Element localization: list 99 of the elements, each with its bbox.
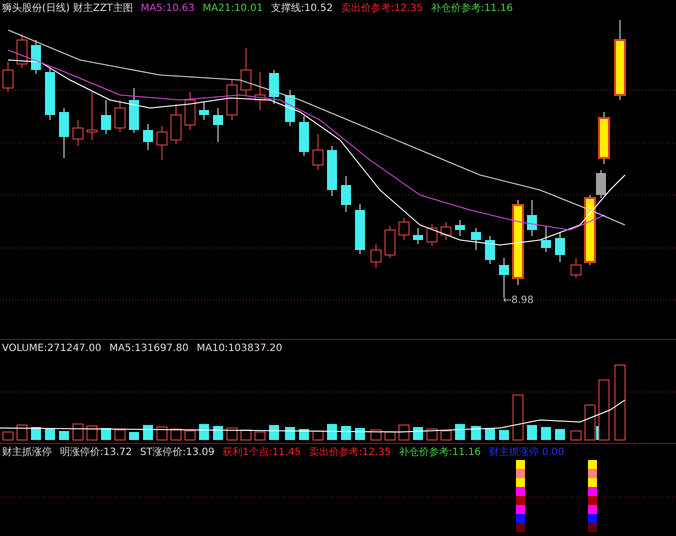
volume-bar (555, 429, 565, 440)
candlestick (384, 226, 396, 258)
candlestick (455, 220, 465, 236)
volume-bar (213, 426, 223, 440)
candlestick (170, 104, 182, 144)
indicator-value: 支撑线:10.52 (270, 2, 333, 16)
candlestick (101, 100, 111, 134)
volume-bar (485, 428, 495, 440)
volume-bar (384, 432, 396, 440)
indicator-value: 财主抓涨停 0.00 (488, 446, 564, 460)
volume-bar (16, 424, 28, 440)
candlestick (327, 146, 337, 196)
candlestick (555, 232, 565, 262)
volume-bar (570, 430, 582, 440)
candlestick (598, 112, 610, 164)
volume-bar (541, 427, 551, 440)
volume-bar (455, 424, 465, 440)
volume-bar (312, 430, 324, 440)
candlestick (398, 218, 410, 240)
volume-bar (398, 424, 410, 440)
candlestick (114, 100, 126, 132)
candlestick (440, 222, 452, 240)
candlestick (213, 108, 223, 142)
volume-bar (299, 429, 309, 440)
candlestick (355, 204, 365, 254)
volume-bar (156, 426, 168, 440)
candlestick (184, 92, 196, 130)
volume-bar (355, 428, 365, 440)
volume-bar (226, 428, 238, 440)
volume-bar (101, 428, 111, 440)
indicator-value: ST涨停价:13.09 (140, 446, 214, 460)
volume-bar (327, 424, 337, 440)
volume-bar (86, 426, 98, 440)
indicator-value: 补仓价参考:11.16 (430, 2, 513, 16)
candlestick (59, 108, 69, 158)
volume-bar (143, 425, 153, 440)
indicator-value: 卖出价参考:12.35 (308, 446, 391, 460)
volume-bar (45, 429, 55, 440)
volume-bar (129, 432, 139, 440)
volume-bar (170, 428, 182, 440)
candlestick (269, 70, 279, 104)
candlestick (485, 236, 495, 264)
volume-value: MA10:103837.20 (196, 342, 282, 356)
candlestick (527, 200, 537, 236)
volume-bar (72, 424, 84, 440)
indicator-value: 明涨停价:13.72 (60, 446, 132, 460)
volume-bar (31, 427, 41, 440)
volume-bar (2, 432, 14, 440)
candlestick (199, 102, 209, 120)
candlestick (129, 88, 139, 134)
volume-bar (254, 432, 266, 440)
indicator-value: MA5:10.63 (140, 2, 195, 16)
volume-bar (512, 394, 524, 440)
candlestick (299, 116, 309, 156)
chart-title: 狮头股份(日线) 财主ZZT主图 (2, 2, 133, 16)
volume-bar (240, 430, 252, 440)
volume-bar (426, 428, 438, 440)
candlestick (471, 228, 481, 250)
candlestick (86, 92, 98, 140)
candlestick (240, 48, 252, 96)
volume-bar (114, 430, 126, 440)
volume-bar (499, 430, 509, 440)
low-price-marker: ←8.98 (503, 294, 534, 308)
volume-bar (440, 430, 452, 440)
candlestick (2, 62, 14, 92)
indicator-value: 卖出价参考:12.35 (340, 2, 423, 16)
volume-bar (471, 426, 481, 440)
candlestick (16, 34, 28, 68)
candlestick (143, 124, 153, 150)
candlestick (254, 72, 266, 110)
candlestick (426, 224, 438, 246)
indicator-value: 财主抓涨停 (2, 446, 52, 460)
volume-bar (184, 430, 196, 440)
volume-bar (341, 426, 351, 440)
candlestick (226, 80, 238, 120)
volume-bar (527, 425, 537, 440)
candlestick (341, 176, 351, 212)
indicator-value: MA21:10.01 (202, 2, 263, 16)
candlestick (413, 228, 423, 244)
candlestick (570, 258, 582, 278)
signal-bar-stack (516, 460, 525, 532)
candlestick (156, 126, 168, 160)
candlestick (312, 134, 324, 170)
volume-bar (370, 430, 382, 440)
volume-value: VOLUME:271247.00 (2, 342, 102, 356)
candlestick (370, 244, 382, 268)
indicator-value: 获利1个点:11.45 (222, 446, 301, 460)
candlestick (72, 120, 84, 146)
indicator-value: 补仓价参考:11.16 (398, 446, 481, 460)
volume-bar (285, 427, 295, 440)
volume-bar (199, 424, 209, 440)
candlestick (45, 68, 55, 120)
volume-value: MA5:131697.80 (109, 342, 189, 356)
candlestick (31, 40, 41, 74)
volume-bar (59, 431, 69, 440)
signal-bar-stack (588, 460, 597, 532)
volume-bar (269, 425, 279, 440)
volume-bar (413, 427, 423, 440)
candlestick (541, 226, 551, 252)
